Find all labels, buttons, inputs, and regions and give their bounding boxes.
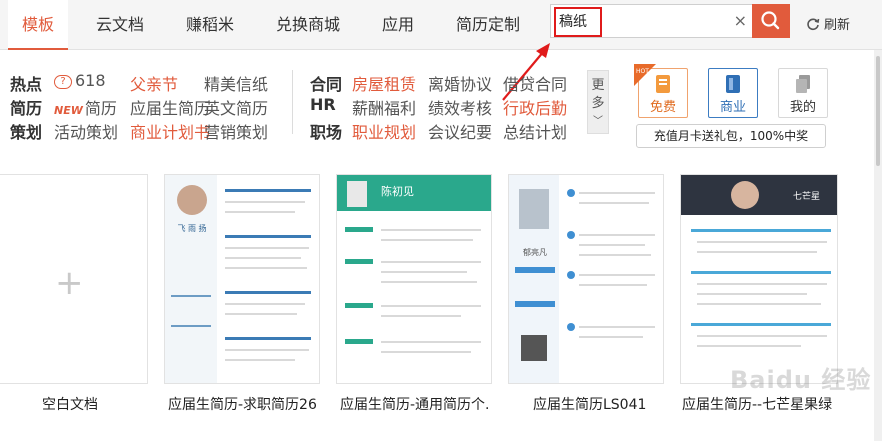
template-store-window: 模板 云文档 赚稻米 兑换商城 应用 简历定制 × 刷新 热点 [0, 0, 882, 441]
cat-letter-paper[interactable]: 精美信纸 [204, 71, 268, 95]
my-docs-icon [796, 75, 810, 93]
business-button[interactable]: 商业 [708, 68, 758, 118]
caption-template-4: 应届生简历--七芒星果绿 [682, 397, 833, 413]
template-card-2[interactable]: 陈初见 [336, 174, 492, 384]
chevron-down-icon: ﹀ [593, 116, 603, 127]
cat-marketing-plan[interactable]: 营销策划 [204, 119, 268, 143]
cat-salary[interactable]: 薪酬福利 [352, 95, 416, 119]
cat-house-rent[interactable]: 房屋租赁 [352, 71, 416, 95]
card-name: 七芒星 [793, 192, 821, 202]
business-doc-icon [726, 75, 740, 93]
cat-activity-plan[interactable]: 活动策划 [54, 119, 118, 143]
qr-code [521, 335, 547, 361]
cat-business-plan[interactable]: 商业计划书 [130, 119, 210, 143]
my-button[interactable]: 我的 [778, 68, 828, 118]
template-card-1[interactable]: 飞 雨 扬 [164, 174, 320, 384]
cat-head-career: 职场 [310, 123, 343, 142]
caption-template-2: 应届生简历-通用简历个. [340, 397, 490, 413]
watermark: Baidu 经验 [730, 366, 872, 394]
cat-head-contract: 合同 [310, 75, 343, 94]
more-button[interactable]: 更多 ﹀ [587, 70, 609, 134]
cat-fathers-day[interactable]: 父亲节 [130, 71, 178, 95]
cat-head-plan: 策划 [10, 123, 43, 142]
cat-english-resume[interactable]: 英文简历 [204, 95, 268, 119]
hot-badge-text: HOT [636, 68, 649, 75]
cat-head-resume: 简历 [10, 99, 43, 118]
avatar [347, 181, 367, 207]
cat-divorce[interactable]: 离婚协议 [428, 71, 492, 95]
scrollbar-thumb[interactable] [876, 56, 880, 166]
card-name: 郁亮凡 [523, 248, 547, 257]
cat-head-hr: HR [310, 95, 336, 114]
cat-career-plan[interactable]: 职业规划 [352, 119, 416, 143]
hot-badge-icon: HOT [634, 64, 656, 86]
cat-graduate-resume[interactable]: 应届生简历 [130, 95, 210, 119]
my-label: 我的 [789, 100, 816, 115]
cat-618[interactable]: ? 618 [54, 71, 106, 90]
free-label: 免费 [649, 100, 676, 115]
avatar [177, 185, 207, 215]
category-divider [292, 70, 293, 134]
caption-template-3: 应届生简历LS041 [533, 397, 647, 413]
cat-head-hot: 热点 [10, 75, 43, 94]
cat-loan[interactable]: 借贷合同 [503, 71, 567, 95]
blank-document-card[interactable]: + [0, 174, 148, 384]
avatar [519, 189, 549, 229]
plus-icon: + [55, 263, 84, 303]
cat-minutes[interactable]: 会议纪要 [428, 119, 492, 143]
cat-performance[interactable]: 绩效考核 [428, 95, 492, 119]
template-card-3[interactable]: 郁亮凡 [508, 174, 664, 384]
caption-blank: 空白文档 [42, 397, 98, 413]
avatar [731, 181, 759, 209]
cat-summary[interactable]: 总结计划 [503, 119, 567, 143]
activity-icon: ? [54, 74, 72, 89]
cat-admin[interactable]: 行政后勤 [503, 95, 567, 119]
more-label: 更多 [591, 78, 605, 111]
promo-banner[interactable]: 充值月卡送礼包，100%中奖 [636, 124, 826, 148]
cat-new-resume[interactable]: NEW 简历 [54, 95, 117, 119]
business-label: 商业 [719, 100, 746, 115]
free-doc-icon [656, 75, 670, 93]
card-name: 飞 雨 扬 [177, 224, 207, 233]
template-card-4[interactable]: 七芒星 [680, 174, 838, 384]
card-name: 陈初见 [381, 185, 414, 198]
caption-template-1: 应届生简历-求职简历26 [168, 397, 317, 413]
